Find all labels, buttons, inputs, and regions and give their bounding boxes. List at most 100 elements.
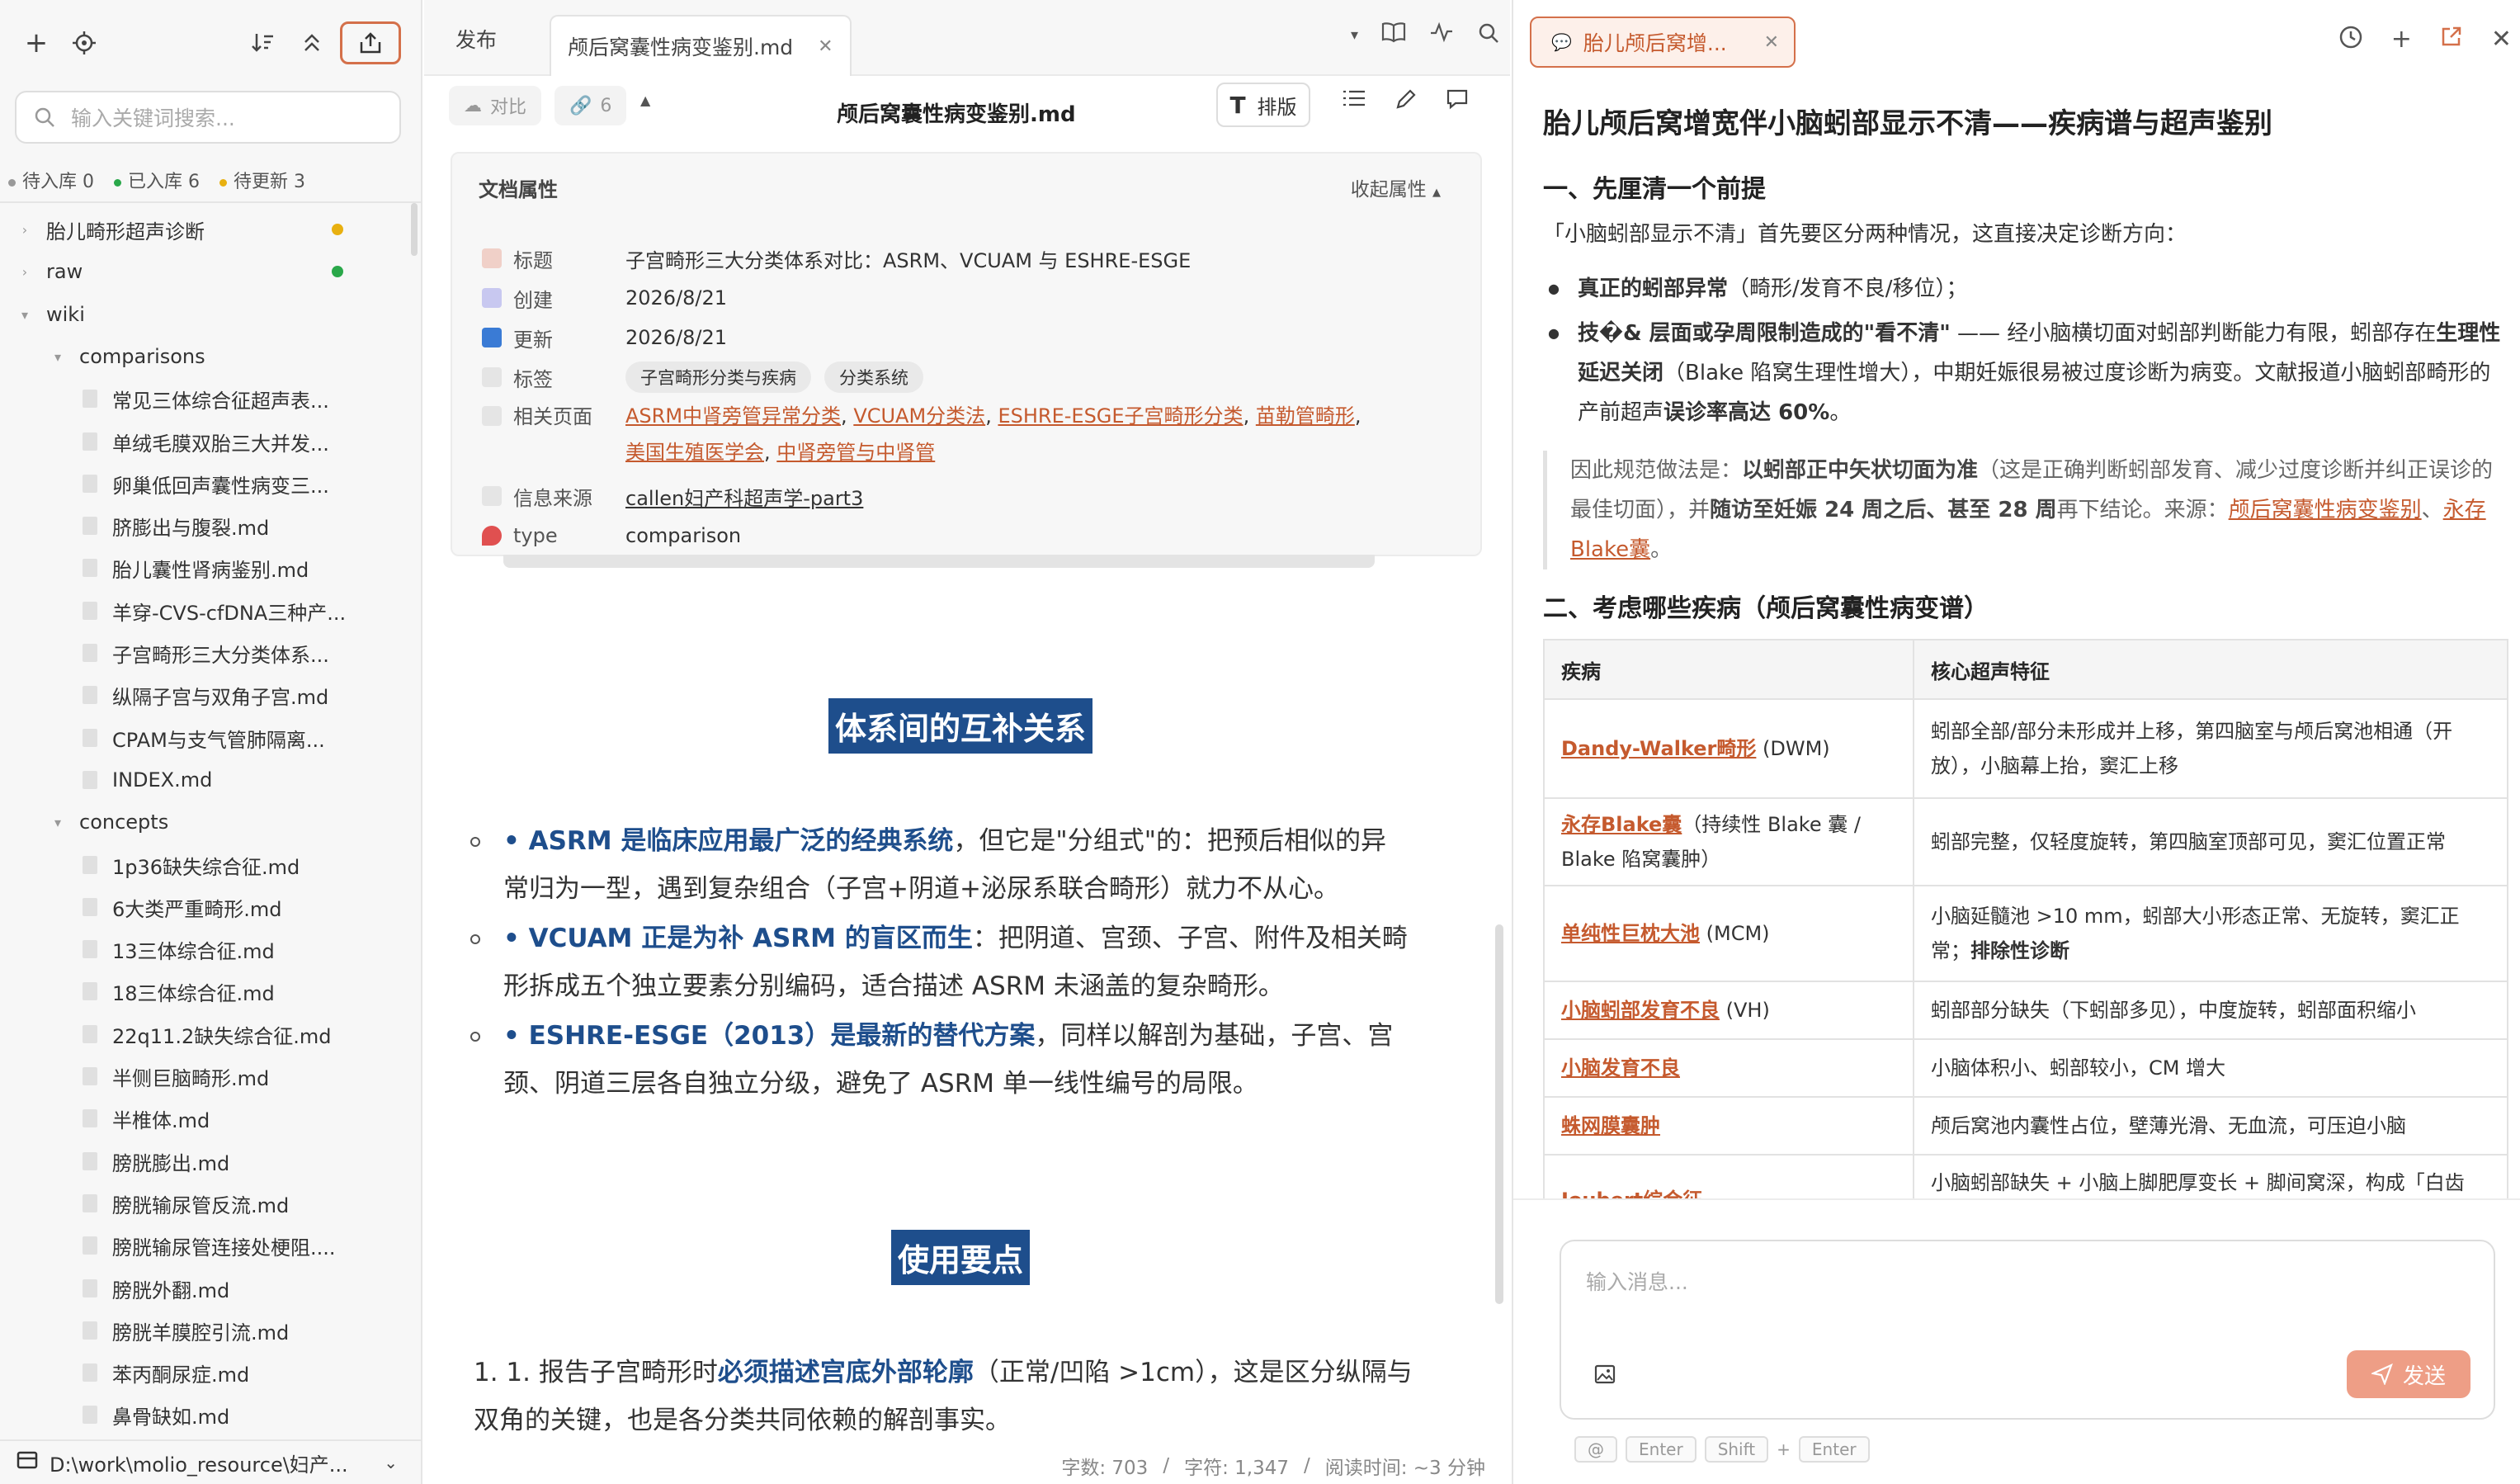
disease-link[interactable]: 小脑发育不良 [1561, 1056, 1680, 1080]
folder-tree-item[interactable]: ▾ wiki [0, 296, 380, 333]
close-icon[interactable]: ✕ [1764, 32, 1779, 53]
edit-pencil-icon[interactable] [1394, 87, 1418, 116]
file-tree-item[interactable]: 纵隔子宫与双角子宫.md [0, 677, 380, 713]
tab-list-chevron-icon[interactable]: ▾ [1351, 26, 1358, 50]
related-link[interactable]: 美国生殖医学会 [625, 441, 764, 464]
close-icon[interactable]: ✕ [818, 36, 833, 57]
tab-actions: ▾ [1351, 21, 1500, 50]
file-tree-item[interactable]: 子宫畸形三大分类体系... [0, 635, 380, 671]
related-link[interactable]: ASRM中肾旁管异常分类 [625, 404, 841, 428]
file-tree-item[interactable]: 膀胱羊膜腔引流.md [0, 1312, 380, 1349]
book-icon[interactable] [1381, 21, 1406, 50]
folder-tree-item[interactable]: › raw [0, 253, 380, 290]
chevron-down-icon[interactable]: ▾ [50, 815, 66, 830]
comment-icon[interactable] [1446, 87, 1469, 116]
tree-item-label: 膀胱外翻.md [112, 1278, 230, 1302]
file-tree-item[interactable]: 22q11.2缺失综合征.md [0, 1016, 380, 1052]
chevron-right-icon[interactable]: › [17, 264, 33, 280]
file-tree-item[interactable]: 脐膨出与腹裂.md [0, 508, 380, 544]
folder-tree-item[interactable]: › 胎儿畸形超声诊断 [0, 211, 380, 248]
disease-link[interactable]: 蛛网膜囊肿 [1561, 1114, 1660, 1137]
file-icon [83, 898, 97, 916]
send-button[interactable]: 发送 [2347, 1350, 2470, 1398]
disease-link[interactable]: Joubert综合征 [1561, 1189, 1702, 1198]
tree-item-label: 13三体综合征.md [112, 939, 275, 963]
search-icon[interactable] [1477, 21, 1500, 50]
disease-link[interactable]: Dandy-Walker畸形 [1561, 737, 1756, 760]
vault-switcher[interactable]: D:\work\molio_resource\妇产... ⌄ [0, 1439, 422, 1484]
search-input[interactable]: 输入关键词搜索... [15, 91, 401, 144]
collapse-all-icon[interactable] [287, 18, 337, 68]
status-ingested: 已入库 6 [114, 167, 200, 193]
file-tree-item[interactable]: 13三体综合征.md [0, 931, 380, 967]
file-tree-item[interactable]: 常见三体综合征超声表... [0, 380, 380, 417]
file-tree-item[interactable]: 1p36缺失综合征.md [0, 847, 380, 883]
table-row: 永存Blake囊（持续性 Blake 囊 / Blake 陷窝囊肿） 蚓部完整，仅… [1543, 797, 2508, 886]
sidebar-scrollbar[interactable] [411, 203, 418, 256]
chevron-down-icon[interactable]: ▾ [50, 349, 66, 365]
new-file-icon[interactable]: + [12, 18, 61, 68]
locate-icon[interactable] [59, 18, 109, 68]
file-tree-item[interactable]: 羊穿-CVS-cfDNA三种产... [0, 593, 380, 629]
related-link[interactable]: ESHRE-ESGE子宫畸形分类 [998, 404, 1243, 428]
new-chat-icon[interactable]: + [2391, 25, 2412, 56]
file-tree-item[interactable]: 膀胱外翻.md [0, 1270, 380, 1307]
message-input[interactable]: 输入消息... 发送 [1560, 1240, 2495, 1420]
tree-item-label: 半椎体.md [112, 1108, 210, 1132]
editor-scrollbar[interactable] [1495, 924, 1503, 1304]
file-icon [83, 1236, 97, 1255]
chevron-right-icon[interactable]: › [17, 222, 33, 238]
tag-chip[interactable]: 子宫畸形分类与疾病 [625, 362, 811, 393]
file-tree-item[interactable]: 6大类严重畸形.md [0, 889, 380, 925]
tree-item-label: INDEX.md [112, 768, 213, 792]
popout-icon[interactable] [2440, 25, 2463, 56]
file-tree-item[interactable]: 鼻骨缺如.md [0, 1397, 380, 1433]
tab-current-doc[interactable]: 颅后窝囊性病变鉴别.md ✕ [550, 15, 852, 76]
activity-icon[interactable] [1429, 21, 1454, 50]
file-tree-item[interactable]: 半侧巨脑畸形.md [0, 1058, 380, 1094]
image-upload-icon[interactable] [1594, 1364, 1616, 1390]
chevron-up-icon[interactable]: ▲ [640, 92, 650, 108]
file-icon [83, 559, 97, 577]
export-button[interactable] [340, 21, 401, 64]
links-button[interactable]: 🔗 6 [554, 86, 627, 125]
file-tree-item[interactable]: 膀胱输尿管反流.md [0, 1185, 380, 1222]
tab-publish[interactable]: 发布 [455, 15, 497, 63]
collapse-props-button[interactable]: 收起属性 ▲ [1351, 173, 1441, 201]
file-icon [83, 644, 97, 662]
related-link[interactable]: 苗勒管畸形 [1256, 404, 1355, 428]
compare-button[interactable]: ☁ 对比 [449, 86, 542, 125]
file-tree-item[interactable]: 苯丙酮尿症.md [0, 1354, 380, 1391]
table-row: 小脑蚓部发育不良 (VH) 蚓部部分缺失（下蚓部多见），中度旋转，蚓部面积缩小 [1543, 981, 2508, 1040]
layout-button[interactable]: T 排版 [1216, 83, 1310, 127]
chevron-down-icon[interactable]: ▾ [17, 307, 33, 323]
related-link[interactable]: VCUAM分类法 [853, 404, 985, 428]
file-tree-item[interactable]: 胎儿囊性肾病鉴别.md [0, 550, 380, 586]
disease-link[interactable]: 永存Blake囊 [1561, 813, 1682, 836]
disease-link[interactable]: 小脑蚓部发育不良 [1561, 999, 1720, 1022]
source-link[interactable]: callen妇产科超声学-part3 [625, 482, 863, 511]
folder-tree-item[interactable]: ▾ comparisons [0, 338, 380, 375]
disease-link[interactable]: 单纯性巨枕大池 [1561, 922, 1700, 945]
sidebar-toolbar: + [0, 18, 422, 68]
sort-icon[interactable] [238, 18, 287, 68]
file-icon [83, 771, 97, 789]
folder-tree-item[interactable]: ▾ concepts [0, 804, 380, 840]
file-tree-item[interactable]: 18三体综合征.md [0, 973, 380, 1009]
tree-item-label: 半侧巨脑畸形.md [112, 1066, 270, 1090]
tree-item-label: 膀胱羊膜腔引流.md [112, 1321, 290, 1345]
file-tree-item[interactable]: INDEX.md [0, 762, 380, 798]
related-link[interactable]: 中肾旁管与中肾管 [776, 441, 935, 464]
file-tree-item[interactable]: 单绒毛膜双胎三大并发... [0, 423, 380, 460]
history-icon[interactable] [2338, 25, 2363, 56]
outline-icon[interactable] [1342, 87, 1366, 115]
file-tree-item[interactable]: 半椎体.md [0, 1100, 380, 1137]
chat-session-tab[interactable]: 💬 胎儿颅后窝增... ✕ [1530, 17, 1796, 68]
file-tree-item[interactable]: CPAM与支气管肺隔离... [0, 720, 380, 756]
file-tree-item[interactable]: 膀胱输尿管连接处梗阻.... [0, 1227, 380, 1264]
tag-chip[interactable]: 分类系统 [824, 362, 923, 393]
file-tree-item[interactable]: 卵巢低回声囊性病变三... [0, 466, 380, 502]
close-icon[interactable]: ✕ [2491, 25, 2512, 56]
file-tree-item[interactable]: 膀胱膨出.md [0, 1143, 380, 1179]
source-link[interactable]: 颅后窝囊性病变鉴别 [2229, 498, 2422, 522]
